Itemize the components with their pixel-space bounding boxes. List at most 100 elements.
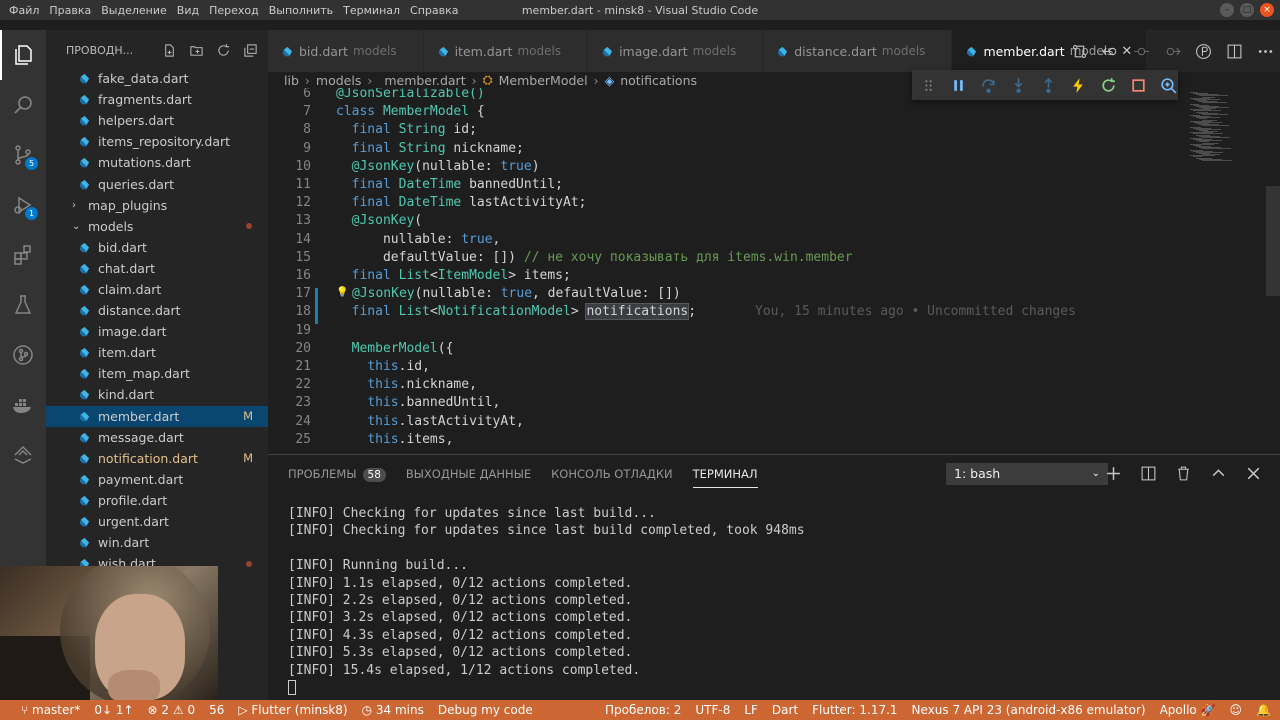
file-tree-item[interactable]: item_map.dart [46,363,268,384]
panel-tab[interactable]: ТЕРМИНАЛ [692,467,758,488]
breadcrumb-item[interactable]: MemberModel [499,73,588,88]
code-line[interactable]: 19 [268,322,1186,340]
maximize-panel-icon[interactable] [1210,465,1227,482]
code-line[interactable]: 11 final DateTime bannedUntil; [268,176,1186,194]
terminal-select[interactable]: 1: bash ⌄ [946,463,1108,485]
notifications-icon[interactable]: 🔔 [1249,703,1278,717]
git-graph-icon[interactable] [0,330,46,380]
file-tree-item[interactable]: payment.dart [46,469,268,490]
file-tree-item[interactable]: win.dart [46,532,268,553]
step-out-icon[interactable] [1040,77,1057,94]
run-debug-icon[interactable]: 1 [0,180,46,230]
flutter-run-status[interactable]: ▷ Flutter (minsk8) [231,703,354,717]
testing-icon[interactable] [0,280,46,330]
code-line[interactable]: 21 this.id, [268,358,1186,376]
code-line[interactable]: 9 final String nickname; [268,140,1186,158]
breadcrumb-item[interactable]: lib [284,73,299,88]
refresh-icon[interactable] [216,43,231,58]
code-line[interactable]: 12 final DateTime lastActivityAt; [268,194,1186,212]
code-line[interactable]: 14 nullable: true, [268,231,1186,249]
file-tree-item[interactable]: urgent.dart [46,511,268,532]
file-tree-item[interactable]: fake_data.dart [46,68,268,89]
panel-tab[interactable]: ВЫХОДНЫЕ ДАННЫЕ [406,467,531,481]
code-line[interactable]: 22 this.nickname, [268,376,1186,394]
code-line[interactable]: 16 final List<ItemModel> items; [268,267,1186,285]
file-tree-item[interactable]: member.dart M [46,405,268,427]
file-tree-item[interactable]: kind.dart [46,384,268,405]
file-tree-item[interactable]: image.dart [46,321,268,342]
file-tree-item[interactable]: distance.dart [46,300,268,321]
go-back-icon[interactable] [1102,43,1119,60]
branch-status[interactable]: ⑂ master* [14,703,87,717]
indentation-status[interactable]: Пробелов: 2 [598,703,688,717]
menu-item[interactable]: Терминал [338,4,405,17]
drag-handle-icon[interactable] [920,77,937,94]
editor-tab[interactable]: bid.dart models [268,30,424,72]
file-tree-item[interactable]: chat.dart [46,258,268,279]
new-terminal-icon[interactable] [1105,465,1122,482]
code-line[interactable]: 23 this.bannedUntil, [268,394,1186,412]
git-compare-icon[interactable] [1071,43,1088,60]
pause-icon[interactable] [950,77,967,94]
code-line[interactable]: 17 @JsonKey(nullable: true, defaultValue… [268,285,1186,303]
code-line[interactable]: 10 @JsonKey(nullable: true) [268,158,1186,176]
deploy-icon[interactable] [0,430,46,480]
editor-tab[interactable]: image.dart models [588,30,764,72]
go-forward-icon[interactable] [1164,43,1181,60]
editor-tab[interactable]: distance.dart models [763,30,953,72]
lightbulb-icon[interactable]: 💡 [336,284,348,302]
stop-icon[interactable] [1130,77,1147,94]
menu-item[interactable]: Переход [204,4,264,17]
menu-item[interactable]: Выделение [96,4,172,17]
explorer-icon[interactable] [0,30,46,80]
search-icon[interactable] [0,80,46,130]
file-tree-item[interactable]: fragments.dart [46,89,268,110]
file-tree-item[interactable]: queries.dart [46,173,268,194]
file-tree-item[interactable]: mutations.dart [46,152,268,173]
new-file-icon[interactable] [162,43,177,58]
step-into-icon[interactable] [1010,77,1027,94]
new-folder-icon[interactable] [189,43,204,58]
apollo-status[interactable]: Apollo 🚀 [1153,703,1223,717]
collapse-all-icon[interactable] [243,43,258,58]
minimap[interactable] [1186,88,1280,454]
file-tree-item[interactable]: helpers.dart [46,110,268,131]
menu-item[interactable]: Справка [405,4,463,17]
file-tree-item[interactable]: message.dart [46,427,268,448]
menu-item[interactable]: Выполнить [264,4,338,17]
extensions-icon[interactable] [0,230,46,280]
inspect-widget-icon[interactable] [1160,77,1177,94]
count-status[interactable]: 56 [202,703,231,717]
file-tree-item[interactable]: claim.dart [46,279,268,300]
close-panel-icon[interactable] [1245,465,1262,482]
terminal-output[interactable]: [INFO] Checking for updates since last b… [288,505,805,696]
code-editor[interactable]: 6 @JsonSerializable() 7 class MemberModel {… [268,88,1186,454]
feedback-icon[interactable]: ☺ [1223,703,1250,717]
menu-item[interactable]: Правка [44,4,96,17]
breadcrumb-item[interactable]: models [316,73,361,88]
docker-icon[interactable] [0,380,46,430]
restart-icon[interactable] [1100,77,1117,94]
split-terminal-icon[interactable] [1140,465,1157,482]
close-window-button[interactable]: × [1260,3,1274,17]
code-line[interactable]: 8 final String id; [268,121,1186,139]
file-tree-item[interactable]: profile.dart [46,490,268,511]
menu-item[interactable]: Вид [172,4,204,17]
code-line[interactable]: 24 this.lastActivityAt, [268,413,1186,431]
breadcrumb-item[interactable]: notifications [620,73,697,88]
minimize-button[interactable]: – [1220,3,1234,17]
code-line[interactable]: 20 MemberModel({ [268,340,1186,358]
sync-status[interactable]: 0↓ 1↑ [87,703,140,717]
source-control-icon[interactable]: 5 [0,130,46,180]
trash-icon[interactable] [1175,465,1192,482]
code-line[interactable]: 15 defaultValue: []) // не хочу показыва… [268,249,1186,267]
code-line[interactable]: 18 final List<NotificationModel> notific… [268,303,1186,321]
open-changes-icon[interactable] [1195,43,1212,60]
split-editor-icon[interactable] [1226,43,1243,60]
encoding-status[interactable]: UTF-8 [688,703,737,717]
menu-item[interactable]: Файл [4,4,44,17]
flutter-version-status[interactable]: Flutter: 1.17.1 [805,703,904,717]
language-status[interactable]: Dart [765,703,805,717]
debug-status[interactable]: Debug my code [431,703,540,717]
time-status[interactable]: ◷ 34 mins [355,703,431,717]
